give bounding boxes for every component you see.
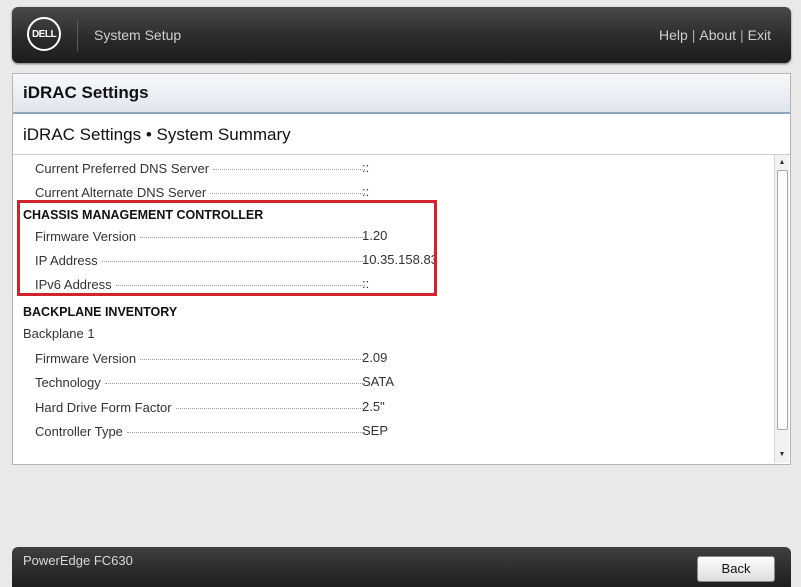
backplane-controller-label: Controller Type — [35, 423, 123, 439]
backplane-firmware-label: Firmware Version — [35, 350, 137, 366]
dell-logo-text: DELL — [31, 28, 57, 40]
app-title: System Setup — [94, 27, 182, 43]
backplane-form-factor-label: Hard Drive Form Factor — [35, 399, 172, 415]
about-link[interactable]: About — [699, 27, 736, 43]
scroll-thumb[interactable] — [777, 170, 788, 430]
backplane-technology-label: Technology — [35, 374, 101, 390]
cmc-highlight-box — [17, 200, 437, 296]
link-separator: | — [740, 27, 744, 43]
top-header-bar: DELL System Setup Help | About | Exit — [12, 7, 791, 63]
vertical-scrollbar[interactable]: ▲ ▼ — [774, 155, 789, 463]
header-divider — [77, 19, 78, 51]
page-title: iDRAC Settings — [13, 74, 790, 114]
backplane-controller-row: Controller Type — [35, 421, 365, 441]
footer-bar: PowerEdge FC630 Back — [12, 547, 791, 587]
alternate-dns-value: :: — [362, 184, 370, 199]
dell-logo: DELL — [27, 17, 61, 51]
preferred-dns-value: :: — [362, 160, 370, 175]
backplane-controller-value: SEP — [362, 423, 389, 438]
backplane-technology-value: SATA — [362, 374, 395, 389]
preferred-dns-label: Current Preferred DNS Server — [35, 160, 210, 176]
backplane-form-factor-row: Hard Drive Form Factor — [35, 397, 365, 417]
backplane-technology-row: Technology — [35, 372, 365, 392]
help-link[interactable]: Help — [659, 27, 688, 43]
breadcrumb: iDRAC Settings • System Summary — [23, 125, 291, 144]
back-button[interactable]: Back — [697, 556, 775, 582]
leader-dots — [140, 359, 365, 360]
alternate-dns-row: Current Alternate DNS Server — [35, 182, 365, 202]
alternate-dns-label: Current Alternate DNS Server — [35, 184, 207, 200]
backplane-name: Backplane 1 — [23, 326, 95, 341]
scroll-down-icon[interactable]: ▼ — [775, 448, 789, 462]
backplane-form-factor-value: 2.5" — [362, 399, 385, 414]
preferred-dns-row: Current Preferred DNS Server — [35, 158, 365, 178]
link-separator: | — [691, 27, 696, 43]
backplane-firmware-value: 2.09 — [362, 350, 388, 365]
backplane-firmware-row: Firmware Version — [35, 348, 365, 368]
leader-dots — [104, 383, 365, 384]
leader-dots — [175, 408, 365, 409]
leader-dots — [126, 432, 365, 433]
leader-dots — [213, 169, 365, 170]
scroll-up-icon[interactable]: ▲ — [775, 156, 789, 170]
backplane-heading: BACKPLANE INVENTORY — [23, 305, 178, 319]
exit-link[interactable]: Exit — [748, 27, 771, 43]
header-links: Help | About | Exit — [659, 27, 771, 43]
system-model: PowerEdge FC630 — [23, 553, 133, 568]
leader-dots — [210, 193, 365, 194]
